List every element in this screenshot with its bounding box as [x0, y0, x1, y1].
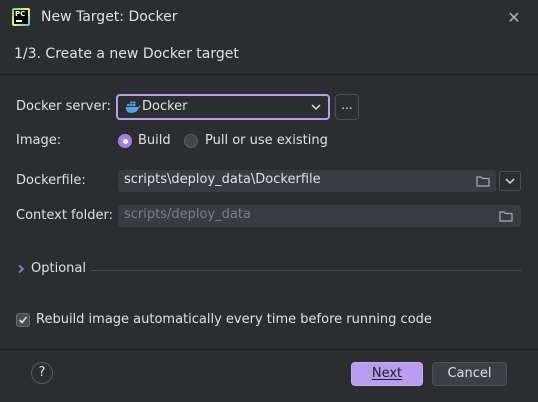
chevron-right-icon [18, 264, 25, 274]
docker-server-dropdown[interactable]: Docker [116, 94, 330, 120]
context-folder-placeholder: scripts/deploy_data [124, 207, 251, 222]
title-bar: PC New Target: Docker ✕ [0, 0, 538, 34]
context-folder-input[interactable]: scripts/deploy_data [118, 205, 521, 227]
docker-server-value: Docker [142, 99, 188, 114]
build-radio[interactable] [118, 134, 132, 148]
docker-server-label: Docker server: [16, 99, 111, 114]
rebuild-checkbox-label[interactable]: Rebuild image automatically every time b… [36, 312, 432, 327]
docker-icon [125, 101, 141, 113]
window-title: New Target: Docker [41, 9, 178, 25]
build-radio-label[interactable]: Build [138, 133, 171, 148]
folder-icon[interactable] [499, 210, 513, 222]
pull-radio[interactable] [184, 134, 198, 148]
checkmark-icon [18, 316, 28, 324]
optional-label: Optional [31, 261, 86, 276]
dockerfile-dropdown-button[interactable] [499, 171, 521, 191]
chevron-down-icon [311, 104, 321, 111]
chevron-down-icon [505, 178, 515, 185]
image-label: Image: [16, 133, 62, 148]
context-folder-label: Context folder: [16, 208, 113, 223]
dockerfile-value: scripts\deploy_data\Dockerfile [124, 172, 321, 187]
divider [0, 74, 538, 75]
pycharm-logo-icon: PC [12, 8, 30, 26]
dockerfile-label: Dockerfile: [16, 173, 86, 188]
pull-radio-label[interactable]: Pull or use existing [205, 133, 328, 148]
help-button[interactable]: ? [31, 362, 53, 384]
docker-server-more-button[interactable]: ... [335, 94, 359, 120]
step-title: 1/3. Create a new Docker target [14, 46, 239, 62]
next-button[interactable]: Next [351, 362, 423, 386]
next-button-label: Next [371, 366, 403, 381]
folder-icon[interactable] [476, 175, 490, 187]
close-icon[interactable]: ✕ [504, 8, 524, 28]
divider [0, 349, 538, 350]
cancel-button[interactable]: Cancel [432, 362, 507, 386]
rebuild-checkbox[interactable] [16, 313, 30, 327]
dockerfile-input[interactable]: scripts\deploy_data\Dockerfile [118, 170, 496, 192]
divider [91, 270, 522, 271]
